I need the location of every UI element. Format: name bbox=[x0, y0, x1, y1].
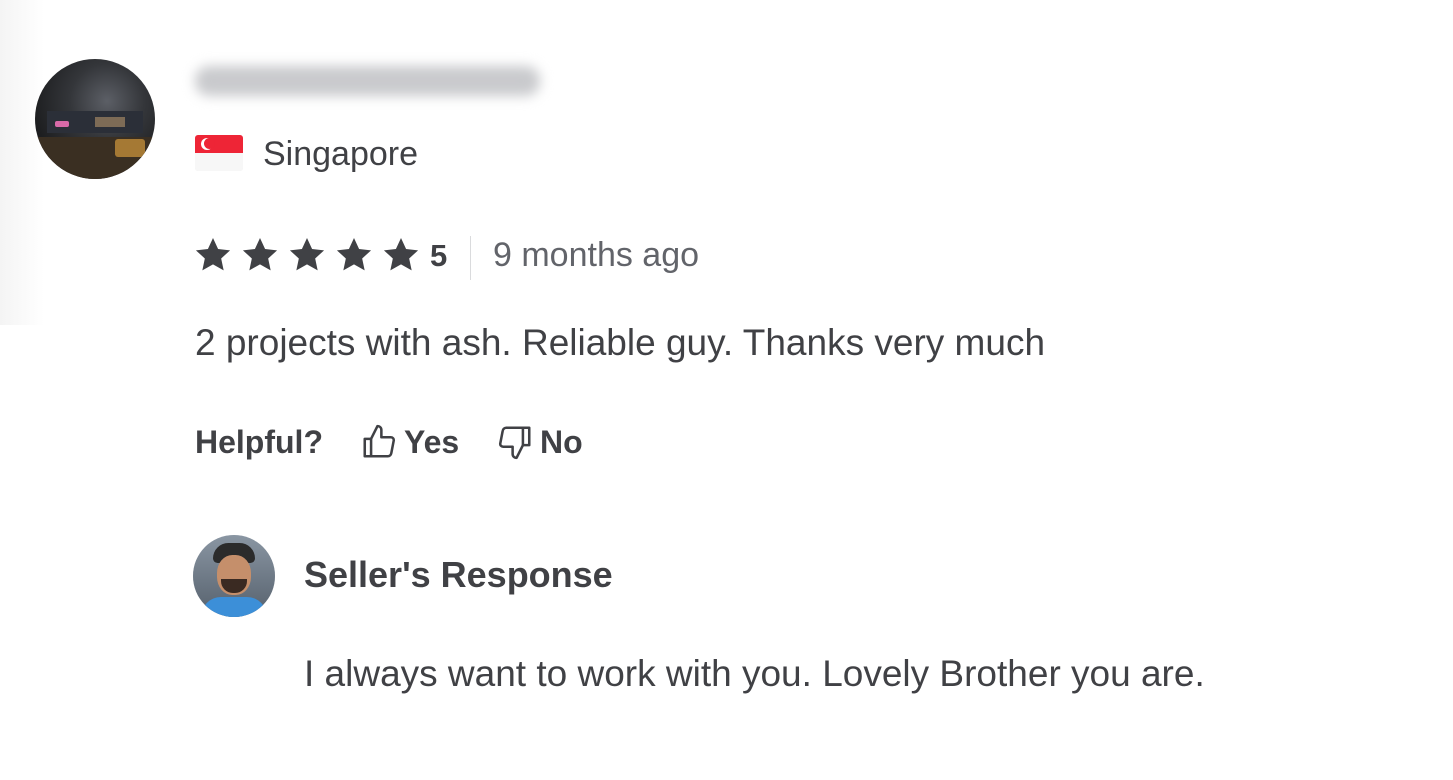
helpful-no-label: No bbox=[540, 424, 583, 460]
star-icon bbox=[287, 235, 327, 275]
thumbs-up-icon bbox=[360, 423, 398, 461]
review-text: 2 projects with ash. Reliable guy. Thank… bbox=[195, 322, 1046, 363]
helpful-yes-button[interactable]: Yes bbox=[360, 420, 459, 464]
helpful-yes-label: Yes bbox=[404, 424, 460, 460]
rating-value: 5 bbox=[430, 238, 448, 273]
review-card: anonymousreviewer123 Singapore 5 9 month… bbox=[0, 0, 1453, 780]
reviewer-country: Singapore bbox=[263, 135, 419, 173]
seller-response-text: I always want to work with you. Lovely B… bbox=[304, 653, 1205, 694]
star-icon bbox=[381, 235, 421, 275]
seller-response-title: Seller's Response bbox=[304, 554, 613, 595]
reviewer-username[interactable]: anonymousreviewer123 bbox=[195, 66, 540, 96]
reviewer-avatar[interactable] bbox=[35, 59, 155, 179]
star-rating bbox=[193, 234, 428, 276]
thumbs-down-icon bbox=[496, 423, 534, 461]
star-icon bbox=[240, 235, 280, 275]
star-icon bbox=[334, 235, 374, 275]
helpful-label: Helpful? bbox=[195, 424, 323, 460]
seller-avatar[interactable] bbox=[193, 535, 275, 617]
star-icon bbox=[193, 235, 233, 275]
review-timestamp: 9 months ago bbox=[493, 236, 700, 274]
singapore-flag-icon bbox=[195, 135, 243, 171]
rating-divider bbox=[470, 236, 471, 280]
helpful-no-button[interactable]: No bbox=[496, 420, 583, 464]
